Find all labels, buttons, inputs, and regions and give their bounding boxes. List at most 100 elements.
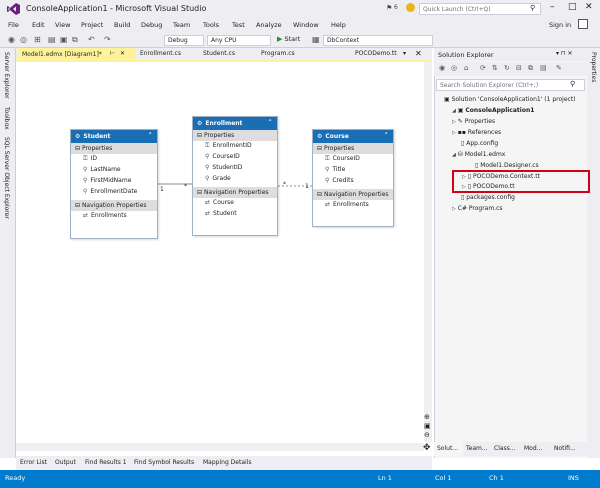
menu-team[interactable]: Team — [173, 21, 190, 29]
home-icon[interactable]: ⌂ — [464, 64, 468, 72]
property-row[interactable]: ⚿ CourseID — [313, 154, 393, 165]
tab-error-list[interactable]: Error List — [20, 459, 47, 466]
navigation-section-header[interactable]: ⊟ Navigation Properties — [193, 187, 277, 198]
tab-find-results-1[interactable]: Find Results 1 — [85, 459, 127, 466]
tab-overflow-dropdown-icon[interactable]: ▾ — [403, 50, 406, 57]
property-row[interactable]: ⚿ ID — [71, 154, 157, 165]
property-row[interactable]: ⚲ FirstMidName — [71, 176, 157, 187]
toolbox-tab[interactable]: Toolbox — [3, 107, 10, 130]
property-row[interactable]: ⚲ EnrollmentDate — [71, 187, 157, 198]
sign-in-link[interactable]: Sign in — [549, 21, 571, 29]
tree-item-model1-designer-cs[interactable]: ▯ Model1.Designer.cs — [475, 162, 539, 169]
sql-server-object-explorer-tab[interactable]: SQL Server Object Explorer — [3, 137, 10, 219]
pending-changes-icon[interactable]: ⇅ — [492, 64, 498, 72]
entity-header[interactable]: ⚙ Course ˄ — [313, 130, 393, 143]
solution-platform-select[interactable]: Any CPU — [207, 35, 271, 46]
entity-header[interactable]: ⚙ Student ˄ — [71, 130, 157, 143]
navigation-property-row[interactable]: ⇄ Course — [193, 198, 277, 209]
menu-debug[interactable]: Debug — [141, 21, 162, 29]
navigation-property-row[interactable]: ⇄ Enrollments — [313, 200, 393, 211]
tree-item-project[interactable]: ◢ ▣ ConsoleApplication1 — [452, 107, 534, 114]
server-explorer-tab[interactable]: Server Explorer — [3, 52, 10, 99]
tab-program-cs[interactable]: Program.cs — [261, 50, 295, 57]
search-icon[interactable]: ⚲ — [530, 4, 535, 12]
solution-config-select[interactable]: Debug — [164, 35, 204, 46]
zoom-out-icon[interactable]: ⊖ — [424, 431, 430, 439]
quick-launch-input[interactable]: Quick Launch (Ctrl+Q) — [419, 3, 541, 15]
notifications-flag-icon[interactable]: ⚑ — [386, 4, 392, 12]
back-icon[interactable]: ◉ — [8, 35, 15, 44]
collapse-all-icon[interactable]: ⊟ — [516, 64, 522, 72]
designer-horizontal-scrollbar[interactable] — [16, 443, 424, 451]
entity-course[interactable]: ⚙ Course ˄ ⊟ Properties ⚿ CourseID ⚲ Title ⚲… — [312, 129, 394, 227]
tree-item-app-config[interactable]: ▯ App.config — [461, 140, 498, 147]
zoom-fit-icon[interactable]: ▣ — [424, 422, 431, 430]
collapse-chevron-icon[interactable]: ˄ — [269, 119, 273, 127]
tree-item-solution[interactable]: ▣ Solution 'ConsoleApplication1' (1 proj… — [444, 96, 576, 103]
property-row[interactable]: ⚲ Credits — [313, 176, 393, 187]
designer-vertical-scrollbar[interactable] — [424, 62, 432, 442]
menu-project[interactable]: Project — [81, 21, 103, 29]
start-debugging-button[interactable]: ▶ Start — [277, 35, 300, 43]
collapse-chevron-icon[interactable]: ˄ — [385, 132, 389, 140]
pan-move-icon[interactable]: ✥ — [423, 443, 431, 453]
tab-notifications[interactable]: Notifi... — [554, 445, 576, 452]
tab-find-symbol-results[interactable]: Find Symbol Results — [134, 459, 194, 466]
open-file-icon[interactable]: ▤ — [48, 35, 56, 44]
back-icon[interactable]: ◉ — [439, 64, 445, 72]
sync-icon[interactable]: ⟳ — [480, 64, 486, 72]
tree-item-packages-config[interactable]: ▯ packages.config — [461, 194, 515, 201]
close-tab-icon[interactable]: ✕ — [120, 50, 125, 57]
menu-edit[interactable]: Edit — [32, 21, 45, 29]
tab-solution-explorer[interactable]: Solut... — [437, 445, 458, 452]
menu-tools[interactable]: Tools — [203, 21, 219, 29]
forward-icon[interactable]: ◎ — [451, 64, 457, 72]
panel-window-buttons[interactable]: ▾ ⊓ ✕ — [556, 50, 573, 57]
redo-icon[interactable]: ↷ — [104, 35, 111, 44]
menu-view[interactable]: View — [55, 21, 70, 29]
menu-analyze[interactable]: Analyze — [256, 21, 282, 29]
solution-explorer-search-input[interactable]: Search Solution Explorer (Ctrl+;) — [436, 79, 585, 91]
navigation-property-row[interactable]: ⇄ Enrollments — [71, 211, 157, 222]
account-icon[interactable] — [578, 19, 588, 29]
entity-header[interactable]: ⚙ Enrollment ˄ — [193, 117, 277, 130]
property-row[interactable]: ⚲ Title — [313, 165, 393, 176]
menu-window[interactable]: Window — [293, 21, 319, 29]
navigation-section-header[interactable]: ⊟ Navigation Properties — [313, 189, 393, 200]
entity-enrollment[interactable]: ⚙ Enrollment ˄ ⊟ Properties ⚿ EnrollmentID … — [192, 116, 278, 236]
property-row[interactable]: ⚲ CourseID — [193, 152, 277, 163]
minimize-button[interactable]: – — [550, 2, 555, 12]
properties-section-header[interactable]: ⊟ Properties — [71, 143, 157, 154]
maximize-button[interactable]: □ — [568, 2, 577, 12]
feedback-smiley-icon[interactable] — [406, 3, 415, 12]
collapse-chevron-icon[interactable]: ˄ — [149, 132, 153, 140]
new-project-icon[interactable]: ⊞ — [34, 35, 41, 44]
properties-tab[interactable]: Properties — [590, 52, 597, 82]
wrench-icon[interactable]: ✎ — [556, 64, 562, 72]
save-all-icon[interactable]: ⧉ — [72, 35, 78, 45]
tab-model-browser[interactable]: Mod... — [524, 445, 542, 452]
close-document-icon[interactable]: ✕ — [415, 49, 422, 58]
entity-student[interactable]: ⚙ Student ˄ ⊟ Properties ⚿ ID ⚲ LastName ⚲ Fi… — [70, 129, 158, 239]
property-row[interactable]: ⚲ Grade — [193, 174, 277, 185]
zoom-in-icon[interactable]: ⊕ — [424, 413, 430, 421]
property-row[interactable]: ⚿ EnrollmentID — [193, 141, 277, 152]
save-icon[interactable]: ▣ — [60, 35, 68, 44]
tab-mapping-details[interactable]: Mapping Details — [203, 459, 251, 466]
show-all-files-icon[interactable]: ⧉ — [528, 64, 533, 73]
tree-item-properties[interactable]: ▷ ✎ Properties — [452, 118, 495, 125]
tab-pocodemo-tt[interactable]: POCODemo.tt — [355, 50, 397, 57]
tree-item-program-cs[interactable]: ▷ C# Program.cs — [452, 205, 503, 212]
properties-section-header[interactable]: ⊟ Properties — [193, 130, 277, 141]
undo-icon[interactable]: ↶ — [88, 35, 95, 44]
properties-section-header[interactable]: ⊟ Properties — [313, 143, 393, 154]
property-row[interactable]: ⚲ StudentID — [193, 163, 277, 174]
startup-item-select[interactable]: DbContext — [323, 35, 433, 46]
tree-item-model1-edmx[interactable]: ◢ ⛁ Model1.edmx — [452, 151, 505, 158]
pin-tab-icon[interactable]: ⊢ — [110, 50, 115, 57]
property-row[interactable]: ⚲ LastName — [71, 165, 157, 176]
menu-build[interactable]: Build — [114, 21, 130, 29]
tab-class-view[interactable]: Class... — [494, 445, 516, 452]
tab-team-explorer[interactable]: Team... — [466, 445, 488, 452]
refresh-icon[interactable]: ↻ — [504, 64, 510, 72]
